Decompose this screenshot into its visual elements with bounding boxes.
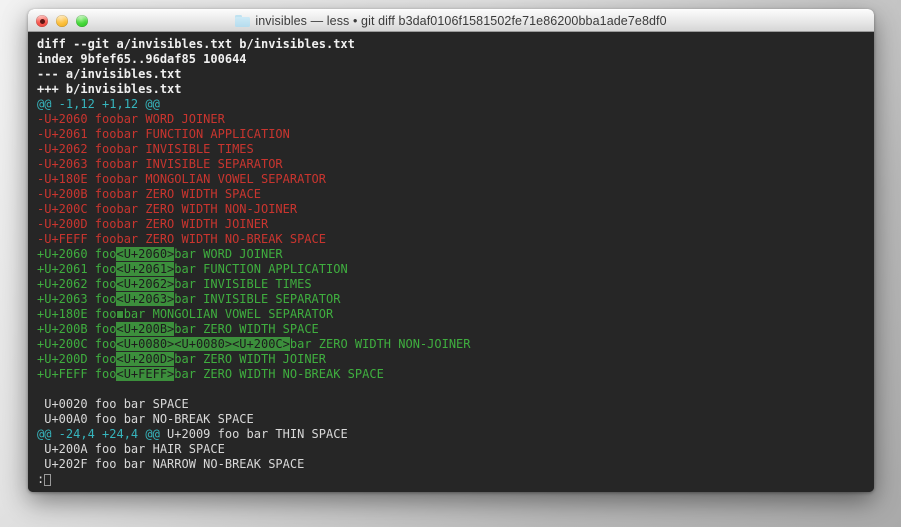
invisible-char-marker: <U+0080> [116, 337, 175, 351]
diff-line: +U+2061 foo<U+2061>bar FUNCTION APPLICAT… [37, 262, 874, 277]
diff-meta-line: index 9bfef65..96daf85 100644 [37, 52, 247, 66]
diff-removed-line: -U+FEFF foobar ZERO WIDTH NO-BREAK SPACE [37, 232, 326, 246]
window-title-bar[interactable]: invisibles — less • git diff b3daf0106f1… [28, 9, 874, 32]
diff-line: -U+2062 foobar INVISIBLE TIMES [37, 142, 874, 157]
maximize-button[interactable] [76, 15, 88, 27]
diff-meta-line: diff --git a/invisibles.txt b/invisibles… [37, 37, 355, 51]
diff-line-prefix: +U+200B foo [37, 322, 117, 336]
diff-line-prefix: +U+200C foo [37, 337, 117, 351]
diff-removed-line: -U+2061 foobar FUNCTION APPLICATION [37, 127, 290, 141]
hunk-header: @@ -1,12 +1,12 @@ [37, 97, 160, 111]
diff-line-suffix: bar MONGOLIAN VOWEL SEPARATOR [123, 307, 334, 321]
diff-line-prefix: +U+2063 foo [37, 292, 117, 306]
diff-removed-line: -U+2060 foobar WORD JOINER [37, 112, 225, 126]
diff-line: +U+200D foo<U+200D>bar ZERO WIDTH JOINER [37, 352, 874, 367]
context-text: U+2009 foo bar THIN SPACE [159, 427, 348, 441]
context-text [37, 382, 44, 396]
diff-line-prefix: +U+200D foo [37, 352, 117, 366]
invisible-char-marker: <U+0080> [174, 337, 233, 351]
less-prompt[interactable]: : [37, 472, 874, 487]
diff-line: -U+200D foobar ZERO WIDTH JOINER [37, 217, 874, 232]
text-cursor [44, 473, 52, 486]
close-button[interactable] [36, 15, 48, 27]
diff-line: +U+2063 foo<U+2063>bar INVISIBLE SEPARAT… [37, 292, 874, 307]
diff-removed-line: -U+180E foobar MONGOLIAN VOWEL SEPARATOR [37, 172, 326, 186]
invisible-char-marker: <U+200B> [116, 322, 175, 336]
context-text: U+0020 foo bar SPACE [37, 397, 189, 411]
diff-line-prefix: +U+2061 foo [37, 262, 117, 276]
minimize-button[interactable] [56, 15, 68, 27]
diff-line: -U+2061 foobar FUNCTION APPLICATION [37, 127, 874, 142]
invisible-char-marker: <U+2061> [116, 262, 175, 276]
diff-line-suffix: bar ZERO WIDTH JOINER [174, 352, 326, 366]
window-title: invisibles — less • git diff b3daf0106f1… [28, 14, 874, 28]
invisible-char-glyph [116, 310, 124, 319]
diff-line: @@ -24,4 +24,4 @@ U+2009 foo bar THIN SP… [37, 427, 874, 442]
diff-line: +U+180E foo bar MONGOLIAN VOWEL SEPARATOR [37, 307, 874, 322]
diff-meta-line: --- a/invisibles.txt [37, 67, 182, 81]
diff-line-suffix: bar ZERO WIDTH SPACE [174, 322, 319, 336]
diff-line: +U+2062 foo<U+2062>bar INVISIBLE TIMES [37, 277, 874, 292]
diff-removed-line: -U+2062 foobar INVISIBLE TIMES [37, 142, 254, 156]
diff-line: +U+200B foo<U+200B>bar ZERO WIDTH SPACE [37, 322, 874, 337]
diff-line: U+0020 foo bar SPACE [37, 397, 874, 412]
diff-line: -U+FEFF foobar ZERO WIDTH NO-BREAK SPACE [37, 232, 874, 247]
diff-line: index 9bfef65..96daf85 100644 [37, 52, 874, 67]
invisible-char-marker: <U+2062> [116, 277, 175, 291]
diff-line: -U+200C foobar ZERO WIDTH NON-JOINER [37, 202, 874, 217]
context-text: U+202F foo bar NARROW NO-BREAK SPACE [37, 457, 305, 471]
diff-removed-line: -U+200B foobar ZERO WIDTH SPACE [37, 187, 261, 201]
window-controls[interactable] [36, 10, 88, 32]
diff-line: U+00A0 foo bar NO-BREAK SPACE [37, 412, 874, 427]
less-prompt-colon: : [37, 472, 45, 486]
diff-line: +++ b/invisibles.txt [37, 82, 874, 97]
diff-line-suffix: bar WORD JOINER [174, 247, 283, 261]
diff-line-prefix: +U+2060 foo [37, 247, 117, 261]
invisible-char-marker: <U+200C> [232, 337, 290, 351]
diff-line: -U+180E foobar MONGOLIAN VOWEL SEPARATOR [37, 172, 874, 187]
diff-line-suffix: bar ZERO WIDTH NO-BREAK SPACE [174, 367, 384, 381]
diff-line: +U+2060 foo<U+2060>bar WORD JOINER [37, 247, 874, 262]
context-text: U+00A0 foo bar NO-BREAK SPACE [37, 412, 254, 426]
diff-line: U+200A foo bar HAIR SPACE [37, 442, 874, 457]
folder-icon [235, 14, 251, 27]
diff-line: +U+200C foo<U+0080><U+0080><U+200C>bar Z… [37, 337, 874, 352]
invisible-char-marker: <U+2063> [116, 292, 175, 306]
diff-line-prefix: +U+2062 foo [37, 277, 117, 291]
diff-line: -U+2060 foobar WORD JOINER [37, 112, 874, 127]
diff-meta-line: +++ b/invisibles.txt [37, 82, 182, 96]
window-title-text: invisibles — less • git diff b3daf0106f1… [255, 13, 667, 28]
invisible-char-marker: <U+FEFF> [116, 367, 175, 381]
diff-line-suffix: bar INVISIBLE SEPARATOR [174, 292, 341, 306]
diff-line-suffix: bar INVISIBLE TIMES [174, 277, 312, 291]
invisible-char-marker: <U+200D> [116, 352, 175, 366]
diff-line-suffix: bar ZERO WIDTH NON-JOINER [289, 337, 471, 351]
diff-line: +U+FEFF foo<U+FEFF>bar ZERO WIDTH NO-BRE… [37, 367, 874, 382]
diff-removed-line: -U+200D foobar ZERO WIDTH JOINER [37, 217, 269, 231]
diff-line: -U+200B foobar ZERO WIDTH SPACE [37, 187, 874, 202]
diff-removed-line: -U+2063 foobar INVISIBLE SEPARATOR [37, 157, 283, 171]
invisible-char-marker: <U+2060> [116, 247, 175, 261]
diff-line: @@ -1,12 +1,12 @@ [37, 97, 874, 112]
context-text: U+200A foo bar HAIR SPACE [37, 442, 225, 456]
diff-line-suffix: bar FUNCTION APPLICATION [174, 262, 348, 276]
diff-line: diff --git a/invisibles.txt b/invisibles… [37, 37, 874, 52]
diff-line-prefix: +U+180E foo [37, 307, 117, 321]
diff-output: diff --git a/invisibles.txt b/invisibles… [37, 37, 874, 472]
diff-line [37, 382, 874, 397]
diff-line-prefix: +U+FEFF foo [37, 367, 117, 381]
diff-line: -U+2063 foobar INVISIBLE SEPARATOR [37, 157, 874, 172]
terminal-output[interactable]: diff --git a/invisibles.txt b/invisibles… [28, 32, 874, 492]
diff-line: U+202F foo bar NARROW NO-BREAK SPACE [37, 457, 874, 472]
diff-removed-line: -U+200C foobar ZERO WIDTH NON-JOINER [37, 202, 298, 216]
terminal-window[interactable]: invisibles — less • git diff b3daf0106f1… [28, 9, 874, 492]
diff-line: --- a/invisibles.txt [37, 67, 874, 82]
hunk-header: @@ -24,4 +24,4 @@ [37, 427, 160, 441]
